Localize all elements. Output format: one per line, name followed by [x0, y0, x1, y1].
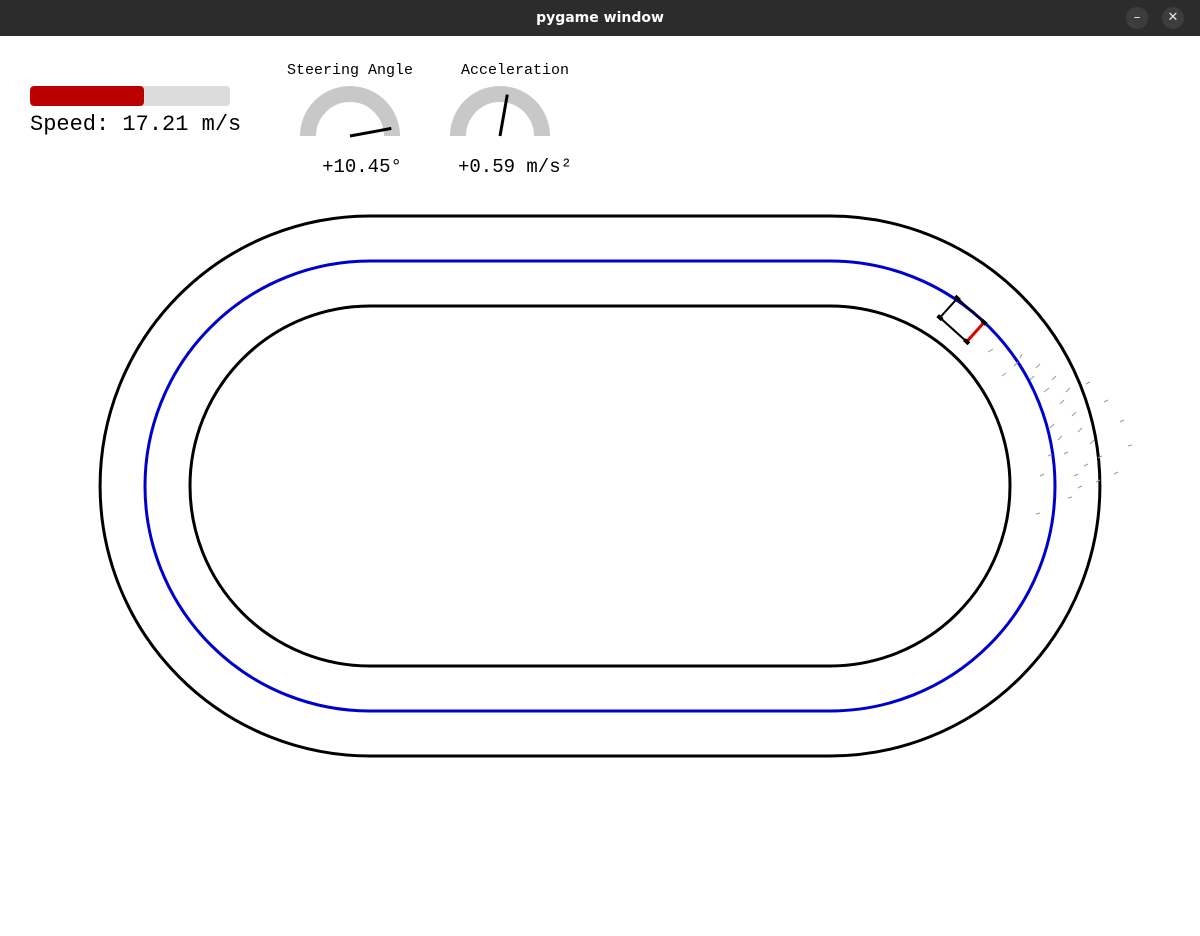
- close-icon[interactable]: ✕: [1162, 7, 1184, 29]
- minimize-icon[interactable]: –: [1126, 7, 1148, 29]
- acceleration-gauge: [450, 86, 550, 137]
- car-front-axle: [965, 321, 986, 343]
- steering-gauge: [300, 86, 400, 138]
- window-titlebar[interactable]: pygame window – ✕: [0, 0, 1200, 36]
- window-title: pygame window: [536, 10, 664, 26]
- game-canvas[interactable]: Speed: 17.21 m/s Steering Angle Accelera…: [0, 36, 1200, 936]
- car: [936, 294, 988, 346]
- track-inner-boundary: [188, 304, 1012, 668]
- track-view: [98, 86, 1133, 758]
